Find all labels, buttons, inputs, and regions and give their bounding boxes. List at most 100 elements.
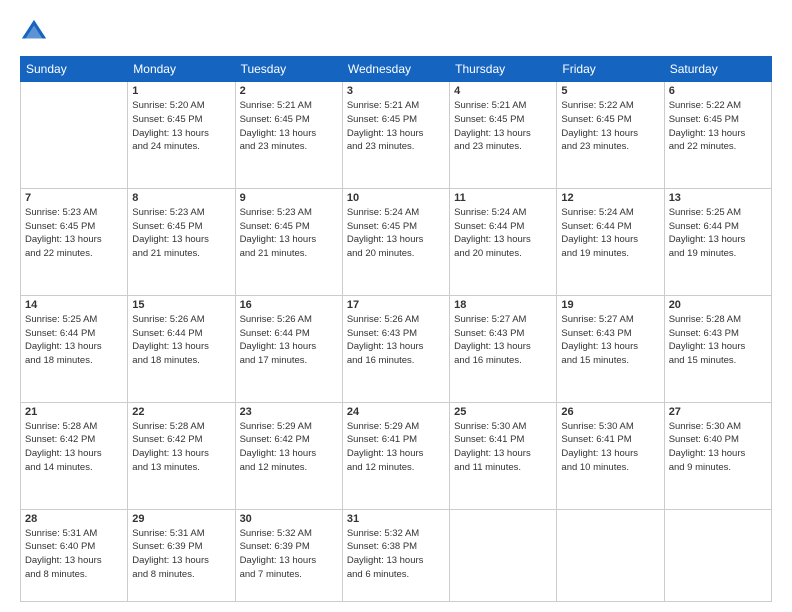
day-info: Sunrise: 5:21 AM Sunset: 6:45 PM Dayligh…	[240, 99, 338, 154]
calendar-header-wednesday: Wednesday	[342, 57, 449, 82]
calendar-cell	[557, 509, 664, 601]
calendar-cell: 4 Sunrise: 5:21 AM Sunset: 6:45 PM Daylig…	[450, 82, 557, 189]
day-info: Sunrise: 5:30 AM Sunset: 6:40 PM Dayligh…	[669, 420, 767, 475]
day-info: Sunrise: 5:24 AM Sunset: 6:45 PM Dayligh…	[347, 206, 445, 261]
calendar-cell: 25 Sunrise: 5:30 AM Sunset: 6:41 PM Dayli…	[450, 402, 557, 509]
day-info: Sunrise: 5:26 AM Sunset: 6:44 PM Dayligh…	[132, 313, 230, 368]
calendar-cell: 22 Sunrise: 5:28 AM Sunset: 6:42 PM Dayli…	[128, 402, 235, 509]
day-info: Sunrise: 5:21 AM Sunset: 6:45 PM Dayligh…	[454, 99, 552, 154]
calendar-cell: 7Sunrise: 5:23 AM Sunset: 6:45 PM Daylig…	[21, 188, 128, 295]
day-number: 27	[669, 406, 767, 418]
day-number: 7	[25, 192, 123, 204]
day-info: Sunrise: 5:27 AM Sunset: 6:43 PM Dayligh…	[454, 313, 552, 368]
calendar-cell: 17 Sunrise: 5:26 AM Sunset: 6:43 PM Dayli…	[342, 295, 449, 402]
calendar-cell: 2 Sunrise: 5:21 AM Sunset: 6:45 PM Daylig…	[235, 82, 342, 189]
calendar-cell: 21 Sunrise: 5:28 AM Sunset: 6:42 PM Dayli…	[21, 402, 128, 509]
header	[20, 18, 772, 46]
day-info: Sunrise: 5:26 AM Sunset: 6:44 PM Dayligh…	[240, 313, 338, 368]
calendar-table: SundayMondayTuesdayWednesdayThursdayFrid…	[20, 56, 772, 602]
day-info: Sunrise: 5:28 AM Sunset: 6:42 PM Dayligh…	[132, 420, 230, 475]
day-info: Sunrise: 5:27 AM Sunset: 6:43 PM Dayligh…	[561, 313, 659, 368]
day-info: Sunrise: 5:28 AM Sunset: 6:42 PM Dayligh…	[25, 420, 123, 475]
day-number: 25	[454, 406, 552, 418]
calendar-header-friday: Friday	[557, 57, 664, 82]
day-number: 19	[561, 299, 659, 311]
calendar-cell: 23 Sunrise: 5:29 AM Sunset: 6:42 PM Dayli…	[235, 402, 342, 509]
day-info: Sunrise: 5:29 AM Sunset: 6:41 PM Dayligh…	[347, 420, 445, 475]
calendar-week-1: 7 Sunrise: 5:23 AM Sunset: 6:45 PM Daylig…	[21, 188, 772, 295]
day-info: Sunrise: 5:32 AM Sunset: 6:38 PM Dayligh…	[347, 527, 445, 582]
calendar-cell	[450, 509, 557, 601]
calendar-cell: 12 Sunrise: 5:24 AM Sunset: 6:44 PM Dayli…	[557, 188, 664, 295]
calendar-cell	[21, 82, 128, 189]
day-number: 13	[669, 192, 767, 204]
day-number: 23	[240, 406, 338, 418]
calendar-cell: 29 Sunrise: 5:31 AM Sunset: 6:39 PM Dayli…	[128, 509, 235, 601]
calendar-cell: 27 Sunrise: 5:30 AM Sunset: 6:40 PM Dayli…	[664, 402, 771, 509]
day-number: 17	[347, 299, 445, 311]
day-info: Sunrise: 5:23 AM Sunset: 6:45 PM Dayligh…	[240, 206, 338, 261]
day-number: 2	[240, 85, 338, 97]
calendar-cell	[664, 509, 771, 601]
day-number: 6	[669, 85, 767, 97]
day-number: 21	[25, 406, 123, 418]
day-info: Sunrise: 5:21 AM Sunset: 6:45 PM Dayligh…	[347, 99, 445, 154]
calendar-cell: 20 Sunrise: 5:28 AM Sunset: 6:43 PM Dayli…	[664, 295, 771, 402]
day-number: 3	[347, 85, 445, 97]
day-info: Sunrise: 5:23 AM Sunset: 6:45 PM Dayligh…	[132, 206, 230, 261]
calendar-cell: 1 Sunrise: 5:20 AM Sunset: 6:45 PM Daylig…	[128, 82, 235, 189]
calendar-cell: 19 Sunrise: 5:27 AM Sunset: 6:43 PM Dayli…	[557, 295, 664, 402]
calendar-cell: 6Sunrise: 5:22 AM Sunset: 6:45 PM Daylig…	[664, 82, 771, 189]
day-info: Sunrise: 5:30 AM Sunset: 6:41 PM Dayligh…	[561, 420, 659, 475]
logo-icon	[20, 18, 48, 46]
calendar-cell: 18Sunrise: 5:27 AM Sunset: 6:43 PM Dayli…	[450, 295, 557, 402]
calendar-header-row: SundayMondayTuesdayWednesdayThursdayFrid…	[21, 57, 772, 82]
day-info: Sunrise: 5:25 AM Sunset: 6:44 PM Dayligh…	[25, 313, 123, 368]
day-info: Sunrise: 5:29 AM Sunset: 6:42 PM Dayligh…	[240, 420, 338, 475]
day-info: Sunrise: 5:20 AM Sunset: 6:45 PM Dayligh…	[132, 99, 230, 154]
calendar-cell: 8 Sunrise: 5:23 AM Sunset: 6:45 PM Daylig…	[128, 188, 235, 295]
calendar-header-tuesday: Tuesday	[235, 57, 342, 82]
calendar-cell: 13 Sunrise: 5:25 AM Sunset: 6:44 PM Dayli…	[664, 188, 771, 295]
day-number: 29	[132, 513, 230, 525]
day-number: 20	[669, 299, 767, 311]
page: SundayMondayTuesdayWednesdayThursdayFrid…	[0, 0, 792, 612]
day-number: 26	[561, 406, 659, 418]
day-number: 15	[132, 299, 230, 311]
day-info: Sunrise: 5:26 AM Sunset: 6:43 PM Dayligh…	[347, 313, 445, 368]
day-info: Sunrise: 5:25 AM Sunset: 6:44 PM Dayligh…	[669, 206, 767, 261]
calendar-cell: 30 Sunrise: 5:32 AM Sunset: 6:39 PM Dayli…	[235, 509, 342, 601]
day-number: 4	[454, 85, 552, 97]
day-info: Sunrise: 5:31 AM Sunset: 6:40 PM Dayligh…	[25, 527, 123, 582]
day-info: Sunrise: 5:32 AM Sunset: 6:39 PM Dayligh…	[240, 527, 338, 582]
calendar-cell: 16 Sunrise: 5:26 AM Sunset: 6:44 PM Dayli…	[235, 295, 342, 402]
calendar-cell: 28Sunrise: 5:31 AM Sunset: 6:40 PM Dayli…	[21, 509, 128, 601]
day-number: 12	[561, 192, 659, 204]
calendar-cell: 5Sunrise: 5:22 AM Sunset: 6:45 PM Daylig…	[557, 82, 664, 189]
calendar-week-4: 28Sunrise: 5:31 AM Sunset: 6:40 PM Dayli…	[21, 509, 772, 601]
day-info: Sunrise: 5:28 AM Sunset: 6:43 PM Dayligh…	[669, 313, 767, 368]
calendar-week-2: 14Sunrise: 5:25 AM Sunset: 6:44 PM Dayli…	[21, 295, 772, 402]
calendar-cell: 11Sunrise: 5:24 AM Sunset: 6:44 PM Dayli…	[450, 188, 557, 295]
calendar-header-sunday: Sunday	[21, 57, 128, 82]
calendar-cell: 3 Sunrise: 5:21 AM Sunset: 6:45 PM Daylig…	[342, 82, 449, 189]
day-number: 8	[132, 192, 230, 204]
day-number: 30	[240, 513, 338, 525]
logo	[20, 18, 50, 46]
day-number: 5	[561, 85, 659, 97]
calendar-cell: 10Sunrise: 5:24 AM Sunset: 6:45 PM Dayli…	[342, 188, 449, 295]
day-number: 1	[132, 85, 230, 97]
day-info: Sunrise: 5:30 AM Sunset: 6:41 PM Dayligh…	[454, 420, 552, 475]
day-number: 11	[454, 192, 552, 204]
day-info: Sunrise: 5:24 AM Sunset: 6:44 PM Dayligh…	[561, 206, 659, 261]
day-number: 9	[240, 192, 338, 204]
calendar-cell: 15 Sunrise: 5:26 AM Sunset: 6:44 PM Dayli…	[128, 295, 235, 402]
calendar-cell: 26 Sunrise: 5:30 AM Sunset: 6:41 PM Dayli…	[557, 402, 664, 509]
calendar-cell: 24Sunrise: 5:29 AM Sunset: 6:41 PM Dayli…	[342, 402, 449, 509]
calendar-cell: 14Sunrise: 5:25 AM Sunset: 6:44 PM Dayli…	[21, 295, 128, 402]
calendar-cell: 9 Sunrise: 5:23 AM Sunset: 6:45 PM Daylig…	[235, 188, 342, 295]
day-info: Sunrise: 5:31 AM Sunset: 6:39 PM Dayligh…	[132, 527, 230, 582]
day-number: 16	[240, 299, 338, 311]
day-number: 31	[347, 513, 445, 525]
day-number: 22	[132, 406, 230, 418]
